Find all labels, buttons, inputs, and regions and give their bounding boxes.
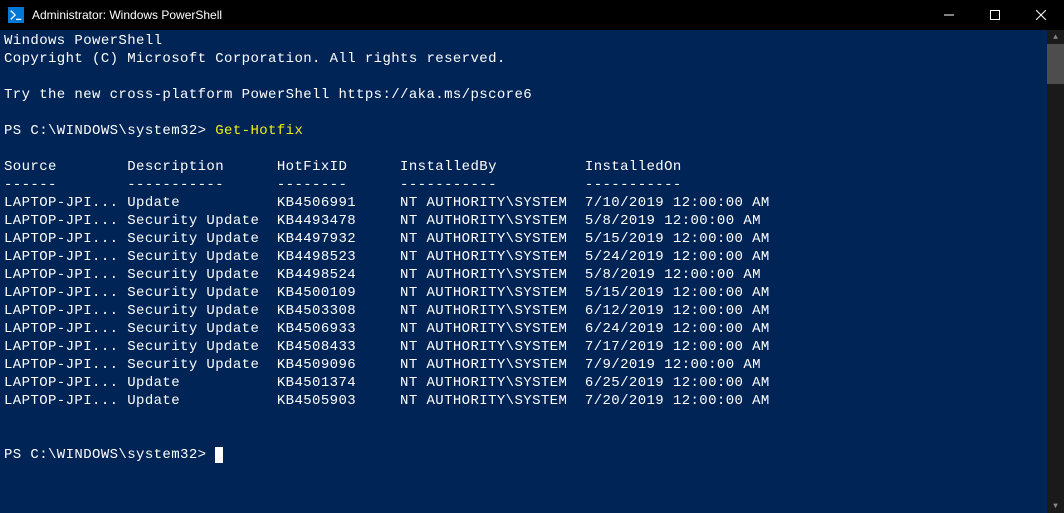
cursor	[215, 447, 223, 463]
close-button[interactable]	[1018, 0, 1064, 30]
command: Get-Hotfix	[215, 123, 303, 139]
blank-line	[4, 140, 1060, 158]
table-row: LAPTOP-JPI... Security Update KB4498523 …	[4, 248, 1060, 266]
table-row: LAPTOP-JPI... Security Update KB4506933 …	[4, 320, 1060, 338]
vertical-scrollbar[interactable]: ▲ ▼	[1047, 30, 1064, 513]
table-row: LAPTOP-JPI... Security Update KB4503308 …	[4, 302, 1060, 320]
scrollbar-thumb[interactable]	[1047, 44, 1064, 84]
prompt: PS C:\WINDOWS\system32>	[4, 123, 206, 139]
header-line-3: Try the new cross-platform PowerShell ht…	[4, 86, 1060, 104]
blank-line	[4, 104, 1060, 122]
scrollbar-down-arrow[interactable]: ▼	[1047, 499, 1064, 513]
table-row: LAPTOP-JPI... Update KB4506991 NT AUTHOR…	[4, 194, 1060, 212]
table-row: LAPTOP-JPI... Security Update KB4500109 …	[4, 284, 1060, 302]
table-row: LAPTOP-JPI... Update KB4501374 NT AUTHOR…	[4, 374, 1060, 392]
maximize-button[interactable]	[972, 0, 1018, 30]
table-header-row: Source Description HotFixID InstalledBy …	[4, 158, 1060, 176]
table-row: LAPTOP-JPI... Security Update KB4509096 …	[4, 356, 1060, 374]
blank-line	[4, 410, 1060, 428]
prompt-line: PS C:\WINDOWS\system32> Get-Hotfix	[4, 122, 1060, 140]
table-row: LAPTOP-JPI... Security Update KB4493478 …	[4, 212, 1060, 230]
table-divider-row: ------ ----------- -------- ----------- …	[4, 176, 1060, 194]
header-line-1: Windows PowerShell	[4, 32, 1060, 50]
table-row: LAPTOP-JPI... Update KB4505903 NT AUTHOR…	[4, 392, 1060, 410]
blank-line	[4, 68, 1060, 86]
blank-line	[4, 428, 1060, 446]
table-row: LAPTOP-JPI... Security Update KB4497932 …	[4, 230, 1060, 248]
header-line-2: Copyright (C) Microsoft Corporation. All…	[4, 50, 1060, 68]
window-title: Administrator: Windows PowerShell	[32, 8, 926, 22]
window-titlebar[interactable]: Administrator: Windows PowerShell	[0, 0, 1064, 30]
prompt: PS C:\WINDOWS\system32>	[4, 447, 206, 463]
table-row: LAPTOP-JPI... Security Update KB4498524 …	[4, 266, 1060, 284]
table-row: LAPTOP-JPI... Security Update KB4508433 …	[4, 338, 1060, 356]
hotfix-table: Source Description HotFixID InstalledBy …	[4, 158, 1060, 410]
powershell-icon	[8, 7, 24, 23]
terminal-output[interactable]: Windows PowerShellCopyright (C) Microsof…	[0, 30, 1064, 513]
minimize-button[interactable]	[926, 0, 972, 30]
window-controls	[926, 0, 1064, 30]
prompt-line-2[interactable]: PS C:\WINDOWS\system32>	[4, 446, 1060, 464]
scrollbar-up-arrow[interactable]: ▲	[1047, 30, 1064, 44]
